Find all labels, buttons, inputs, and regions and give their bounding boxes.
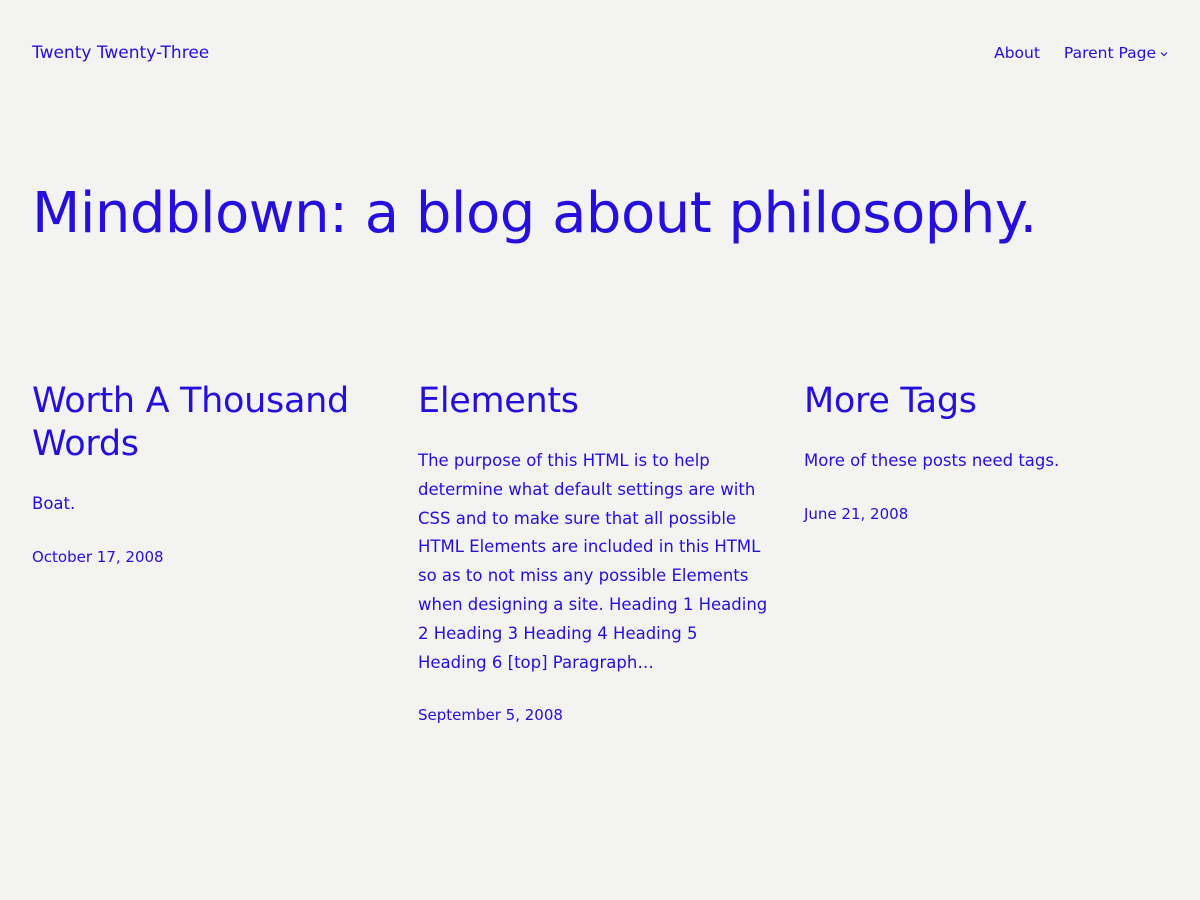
nav-item-about[interactable]: About [994, 41, 1040, 65]
post-date: October 17, 2008 [32, 547, 164, 566]
post-date: September 5, 2008 [418, 706, 563, 725]
post-date: June 21, 2008 [804, 504, 909, 523]
post-excerpt: More of these posts need tags. [804, 451, 1060, 470]
primary-navigation: About Parent Page [994, 41, 1168, 65]
post-grid: Worth A Thousand Words Boat. October 17,… [32, 380, 1168, 725]
nav-item-parent-page[interactable]: Parent Page [1064, 41, 1168, 65]
post-title-link[interactable]: Worth A Thousand Words [32, 380, 382, 466]
post-title-link[interactable]: Elements [418, 380, 768, 423]
nav-item-label: Parent Page [1063, 44, 1156, 62]
post-card: Worth A Thousand Words Boat. October 17,… [32, 380, 382, 725]
post-card: Elements The purpose of this HTML is to … [418, 380, 768, 725]
page-headline: Mindblown: a blog about philosophy. [32, 181, 1037, 246]
post-card: More Tags More of these posts need tags.… [804, 380, 1154, 725]
page: Twenty Twenty-Three About Parent Page Mi… [0, 0, 1200, 900]
post-excerpt: The purpose of this HTML is to help dete… [418, 451, 768, 672]
site-title-link[interactable]: Twenty Twenty-Three [32, 41, 209, 65]
chevron-down-icon [1160, 52, 1168, 57]
post-excerpt: Boat. [32, 494, 76, 513]
post-title-link[interactable]: More Tags [804, 380, 1154, 423]
